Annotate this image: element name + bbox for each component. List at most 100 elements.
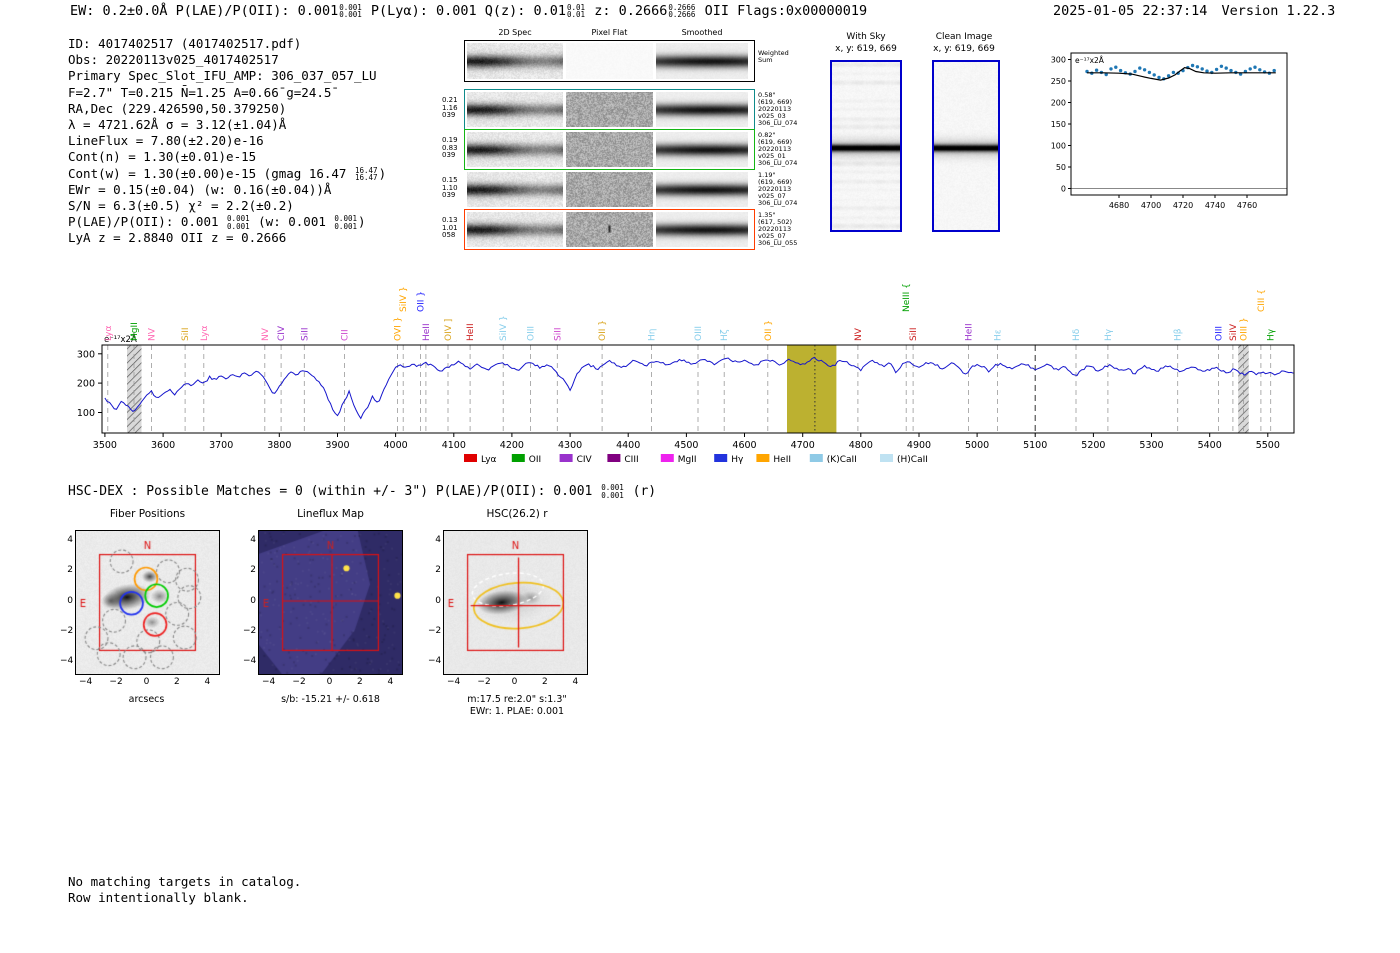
svg-text:(H)CaII: (H)CaII [897,455,928,465]
header-stack-lo: 0.001 [339,10,362,19]
svg-text:Lyα: Lyα [200,325,210,341]
weighted-sum-label: Weighted Sum [758,50,789,64]
gaussian-fit-line [1087,66,1276,81]
svg-text:SiII: SiII [553,327,563,341]
line-fit-zoom-chart: 0 50 100 150 200 250 300 4680 4700 4720 4740 4760 e⁻… [1035,45,1310,224]
x-tick-label: −2 [477,677,491,687]
y-tick-label: −4 [60,656,74,667]
spec2d-left-value: 039 [442,191,456,199]
svg-text:OII }: OII } [764,320,774,341]
spec2d-strip-pixelflat [566,172,653,207]
zoom-x-axis: 4680 4700 4720 4740 4760 [1109,195,1257,210]
zoom-y-axis: 0 50 100 150 200 250 300 [1051,56,1071,194]
svg-text:OVI }: OVI } [393,317,403,341]
svg-text:4500: 4500 [674,440,698,451]
info-line-stack: 0.001 0.001 [227,215,250,230]
svg-text:3800: 3800 [267,440,291,451]
spec2d-strip-2dspec [467,132,563,167]
info-line: EWr = 0.15(±0.04) (w: 0.16(±0.04))Å [68,182,386,198]
y-tick-label: −4 [428,656,442,667]
svg-text:Hγ: Hγ [731,455,744,465]
header-meta: 2025-01-05 22:37:14 Version 1.22.3 [1053,3,1335,19]
svg-text:4200: 4200 [500,440,524,451]
svg-text:200: 200 [77,379,95,390]
spec2d-strip-smoothed [656,212,748,247]
spec2d-row-left-values: 0.15 1.10 039 [442,176,458,200]
y-tick-label: 2 [67,565,73,576]
info-line-text: LyA z = 2.8840 OII z = 0.2666 [68,230,287,246]
svg-text:(K)CaII: (K)CaII [827,455,857,465]
info-line-stack-lo: 16.47 [354,173,378,183]
spec2d-strip-pixelflat [566,212,653,247]
svg-text:4000: 4000 [384,440,408,451]
x-tick-label: 0 [143,677,150,687]
svg-text:3600: 3600 [151,440,175,451]
spec2d-strip-smoothed [656,43,748,79]
report-timestamp: 2025-01-05 22:37:14 [1053,3,1208,19]
hsc-caption-1: m:17.5 re:2.0" s:1.3" [467,694,567,705]
x-tick-label: −4 [79,677,93,687]
info-line-text: P(LAE)/P(OII): 0.001 [68,214,227,230]
svg-text:100: 100 [1051,142,1066,151]
lineflux-map-image [258,530,403,675]
spec2d-cutout-panel: 2D Spec Pixel Flat Smoothed Weighted Sum 0.21… [440,26,797,276]
x-tick-label: −4 [447,677,461,687]
spec2d-column-header: 2D Spec [498,28,532,37]
info-line: Cont(n) = 1.30(±0.01)e-15 [68,149,386,165]
zoom-chart-svg: 0 50 100 150 200 250 300 4680 4700 4720 4740 4760 e⁻… [1051,52,1288,210]
info-line: F=2.7" T=0.215 N̄=1.25 A=0.66̄ g=24.5̄ [68,85,386,101]
svg-text:NeIII {: NeIII { [902,283,912,312]
svg-text:Hε: Hε [994,329,1004,341]
svg-text:HeII: HeII [466,323,476,341]
svg-text:CIII {: CIII { [1257,289,1267,312]
svg-text:OIV ]: OIV ] [444,319,454,341]
svg-text:5100: 5100 [1023,440,1047,451]
svg-text:4800: 4800 [849,440,873,451]
spec2d-row-right-info: 0.82" (619, 669) 20220113 v025_01 306_LU_074 [758,132,797,167]
info-line-text: LineFlux = 7.80(±2.20)e-16 [68,133,264,149]
header-stack-lo: 0.2666 [668,10,696,19]
full-spectrum-svg: 100 200 300 3500 3600 3700 3800 3900 4000 4100 420… [77,283,1295,465]
with-sky-title: With Sky [846,32,886,42]
svg-text:0: 0 [1061,185,1066,194]
svg-text:5200: 5200 [1081,440,1105,451]
svg-text:4100: 4100 [442,440,466,451]
info-line: RA,Dec (229.426590,50.379250) [68,101,386,117]
svg-text:4760: 4760 [1237,201,1257,210]
svg-text:SiIV }: SiIV } [399,286,409,312]
detection-info-block: ID: 4017402517 (4017402517.pdf) Obs: 2022… [68,36,386,247]
header-summary: EW: 0.2±0.0Å P(LAE)/P(OII): 0.001 0.001 0.… [70,3,867,19]
info-line-text: ID: 4017402517 (4017402517.pdf) [68,36,302,51]
hsc-cutout-image [443,530,588,675]
y-tick-label: 4 [435,534,441,545]
svg-text:300: 300 [77,349,95,360]
x-tick-label: 0 [326,677,333,687]
svg-text:SiII: SiII [300,327,310,341]
spec2d-strip-2dspec [467,92,563,127]
spec2d-left-value: 039 [442,111,456,119]
hsc-cutout-panel: HSC(26.2) r m:17.5 re:2.0" s:1.3" EWr: 1… [428,508,606,723]
weighted-sum-line: Sum [758,56,773,64]
full-spectrum-chart: 100 200 300 3500 3600 3700 3800 3900 4000 4100 420… [72,262,1312,478]
footer-line-2: Row intentionally blank. [68,890,249,905]
header-stack: 0.01 0.01 [567,3,585,19]
svg-text:100: 100 [77,408,95,419]
svg-text:OII }: OII } [417,291,427,312]
x-tick-label: 4 [204,677,211,687]
info-line-text: RA,Dec (229.426590,50.379250) [68,100,287,116]
info-line-text: Obs: 20220113v025_4017402517 [68,52,279,68]
svg-text:3900: 3900 [325,440,349,451]
spec2d-row-right-info: 1.35" (617, 502) 20220113 v025_07 306_LU_055 [758,212,797,247]
clean-image-coords: x, y: 619, 669 [933,44,995,54]
svg-text:NV: NV [854,327,864,341]
x-tick-label: 4 [572,677,579,687]
info-line: Obs: 20220113v025_4017402517 [68,52,386,68]
svg-text:SiII: SiII [181,327,191,341]
svg-text:4900: 4900 [907,440,931,451]
svg-text:Hβ: Hβ [1174,328,1184,341]
spectrum-line [104,356,1294,420]
hsc-line-stack: 0.001 0.001 [601,484,624,499]
info-line-text: ) [378,165,387,181]
info-line: LyA z = 2.8840 OII z = 0.2666 [68,230,386,246]
spec2d-row-left-values: 0.19 0.83 039 [442,136,458,160]
